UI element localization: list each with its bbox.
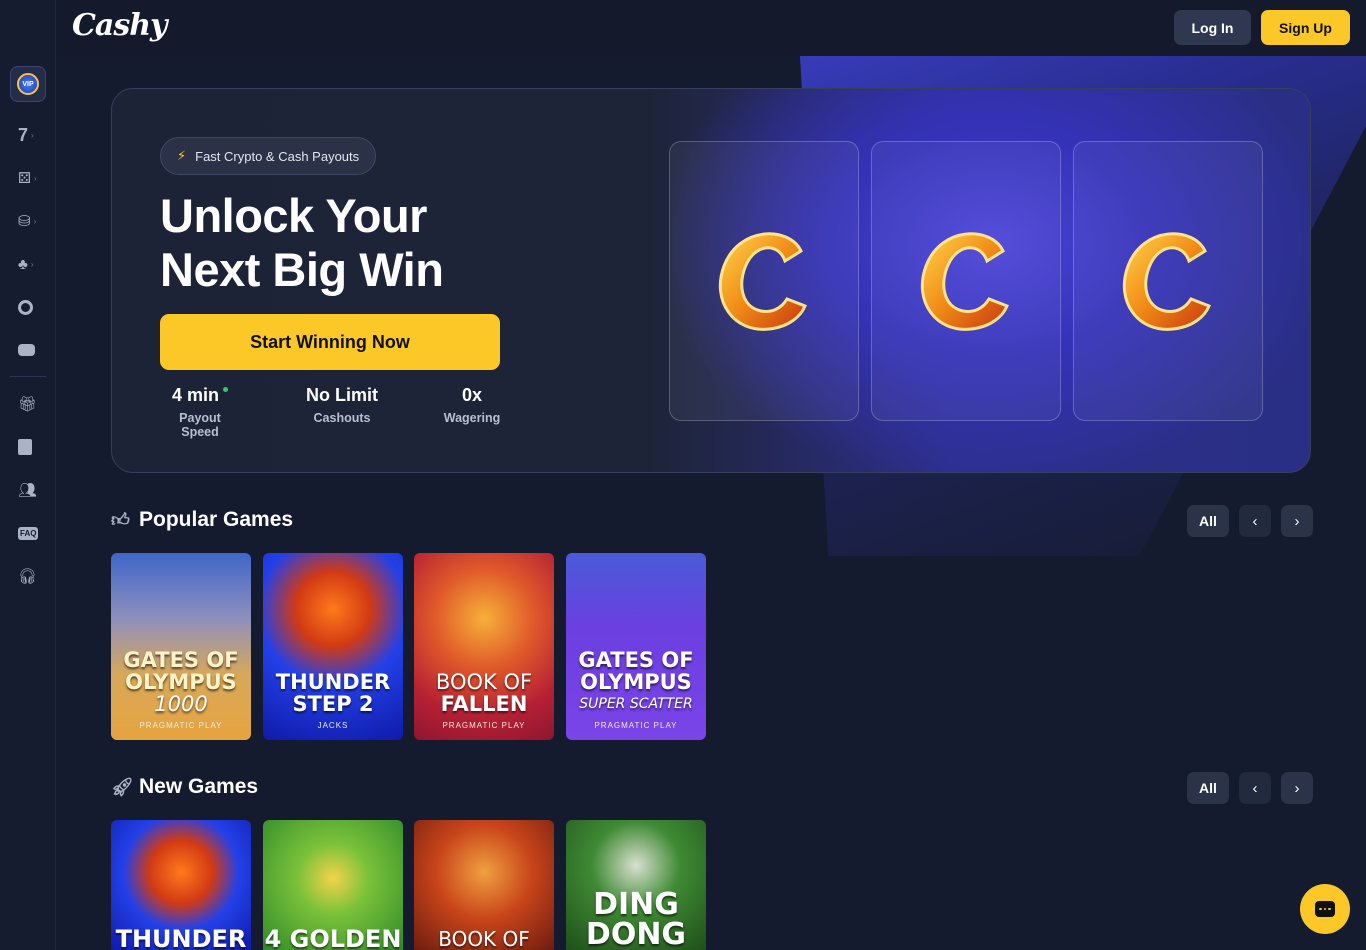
game-title-line2: OLYMPUS bbox=[580, 670, 692, 694]
live-casino-icon[interactable]: ⛁ › bbox=[18, 211, 42, 231]
dice-icon[interactable]: ⚄ › bbox=[18, 168, 42, 188]
game-title: DING DONG bbox=[585, 887, 687, 950]
game-title-line2: STEP 2 bbox=[292, 692, 374, 716]
cashy-coin-icon[interactable] bbox=[18, 297, 42, 317]
game-card-gates-of-olympus-1000[interactable]: GATES OF OLYMPUS 1000 PRAGMATIC PLAY bbox=[111, 553, 251, 740]
start-winning-button[interactable]: Start Winning Now bbox=[160, 314, 500, 370]
stat-label: Payout Speed bbox=[179, 411, 221, 439]
stat-value: 4 min bbox=[171, 385, 219, 405]
chat-button[interactable] bbox=[1300, 884, 1350, 934]
cashy-c-icon bbox=[920, 232, 1009, 331]
stat-payout-speed: 4 min Payout Speed bbox=[160, 385, 240, 439]
live-dot-icon bbox=[223, 387, 228, 392]
cashy-c-icon bbox=[1122, 232, 1211, 331]
faq-icon[interactable]: FAQ bbox=[18, 523, 42, 543]
game-card-4-golden[interactable]: 4 GOLDEN bbox=[263, 820, 403, 950]
game-title-line2: FALLEN bbox=[440, 692, 528, 716]
stat-label: Cashouts bbox=[313, 411, 371, 425]
slot-reel-2 bbox=[871, 141, 1061, 421]
sidebar-divider bbox=[10, 376, 46, 377]
stat-wagering: 0x Wagering bbox=[437, 385, 507, 425]
lightning-icon: ⚡︎ bbox=[177, 148, 187, 163]
login-button[interactable]: Log In bbox=[1174, 10, 1251, 45]
users-icon[interactable]: 👥︎ bbox=[18, 480, 42, 500]
game-title-line3: SUPER SCATTER bbox=[579, 696, 693, 712]
slot-reel-3 bbox=[1073, 141, 1263, 421]
headline-line-2: Next Big Win bbox=[160, 243, 444, 296]
game-title-line1: BOOK OF bbox=[435, 670, 533, 694]
popular-prev-button[interactable]: ‹ bbox=[1239, 505, 1271, 537]
signup-button[interactable]: Sign Up bbox=[1261, 10, 1350, 45]
cashy-c-icon bbox=[718, 232, 807, 331]
rocket-icon: 🚀︎ bbox=[111, 776, 134, 797]
seven-icon[interactable]: 7 › bbox=[18, 125, 42, 145]
popular-controls: All ‹ › bbox=[1187, 505, 1313, 537]
logo[interactable]: Cashy bbox=[72, 8, 167, 43]
new-games-all-button[interactable]: All bbox=[1187, 772, 1229, 804]
pill-text: Fast Crypto & Cash Payouts bbox=[195, 148, 360, 164]
hero-banner: ⚡︎ Fast Crypto & Cash Payouts Unlock You… bbox=[111, 88, 1311, 473]
new-games-next-button[interactable]: › bbox=[1281, 772, 1313, 804]
game-title-line1: THUNDER bbox=[275, 670, 391, 694]
game-card-ding-dong[interactable]: DING DONG bbox=[566, 820, 706, 950]
document-icon[interactable] bbox=[18, 437, 42, 457]
section-title: New Games bbox=[139, 775, 259, 798]
vip-icon: VIP bbox=[17, 73, 39, 95]
gamepad-icon[interactable] bbox=[18, 340, 42, 360]
game-title-line2: OLYMPUS bbox=[125, 670, 237, 694]
game-title: BOOK OF bbox=[438, 927, 530, 950]
game-provider: PRAGMATIC PLAY bbox=[594, 721, 678, 730]
game-title-line3: 1000 bbox=[154, 692, 208, 716]
stat-cashouts: No Limit Cashouts bbox=[302, 385, 382, 425]
sidebar: VIP 7 › ⚄ › ⛁ › ♣ › 🎁︎ 👥︎ FAQ 🎧︎ bbox=[0, 0, 56, 950]
vip-button[interactable]: VIP bbox=[10, 66, 46, 102]
game-provider: PRAGMATIC PLAY bbox=[139, 721, 223, 730]
gift-icon[interactable]: 🎁︎ bbox=[18, 394, 42, 414]
headset-icon[interactable]: 🎧︎ bbox=[18, 566, 42, 586]
game-provider: PRAGMATIC PLAY bbox=[442, 721, 526, 730]
new-games-heading: 🚀︎ New Games bbox=[111, 775, 258, 799]
game-card-thunder[interactable]: THUNDER bbox=[111, 820, 251, 950]
game-card-book-of[interactable]: BOOK OF bbox=[414, 820, 554, 950]
payout-pill: ⚡︎ Fast Crypto & Cash Payouts bbox=[160, 137, 377, 175]
stat-value: 0x bbox=[461, 385, 483, 405]
new-games-controls: All ‹ › bbox=[1187, 772, 1313, 804]
game-card-gates-of-olympus-super-scatter[interactable]: GATES OF OLYMPUS SUPER SCATTER PRAGMATIC… bbox=[566, 553, 706, 740]
new-games-prev-button[interactable]: ‹ bbox=[1239, 772, 1271, 804]
section-title: Popular Games bbox=[139, 508, 294, 531]
slot-reel-1 bbox=[669, 141, 859, 421]
popular-next-button[interactable]: › bbox=[1281, 505, 1313, 537]
game-provider: JACKS bbox=[317, 721, 349, 730]
chat-icon bbox=[1315, 901, 1335, 917]
stat-label: Wagering bbox=[443, 411, 501, 425]
thumbs-up-icon: 👍︎ bbox=[111, 510, 130, 530]
popular-all-button[interactable]: All bbox=[1187, 505, 1229, 537]
cherry-icon[interactable]: ♣ › bbox=[18, 254, 42, 274]
stat-value: No Limit bbox=[306, 385, 378, 405]
top-bar: Cashy Log In Sign Up bbox=[0, 0, 1366, 56]
popular-games-heading: 👍︎ Popular Games bbox=[111, 508, 293, 532]
game-card-book-of-fallen[interactable]: BOOK OF FALLEN PRAGMATIC PLAY bbox=[414, 553, 554, 740]
game-card-thunder-step-2[interactable]: THUNDER STEP 2 JACKS bbox=[263, 553, 403, 740]
game-title: THUNDER bbox=[115, 925, 247, 950]
game-title: 4 GOLDEN bbox=[264, 925, 402, 950]
game-title-line1: GATES OF bbox=[123, 648, 239, 672]
hero-headline: Unlock Your Next Big Win bbox=[160, 189, 520, 297]
game-title-line1: GATES OF bbox=[578, 648, 694, 672]
headline-line-1: Unlock Your bbox=[160, 189, 427, 242]
